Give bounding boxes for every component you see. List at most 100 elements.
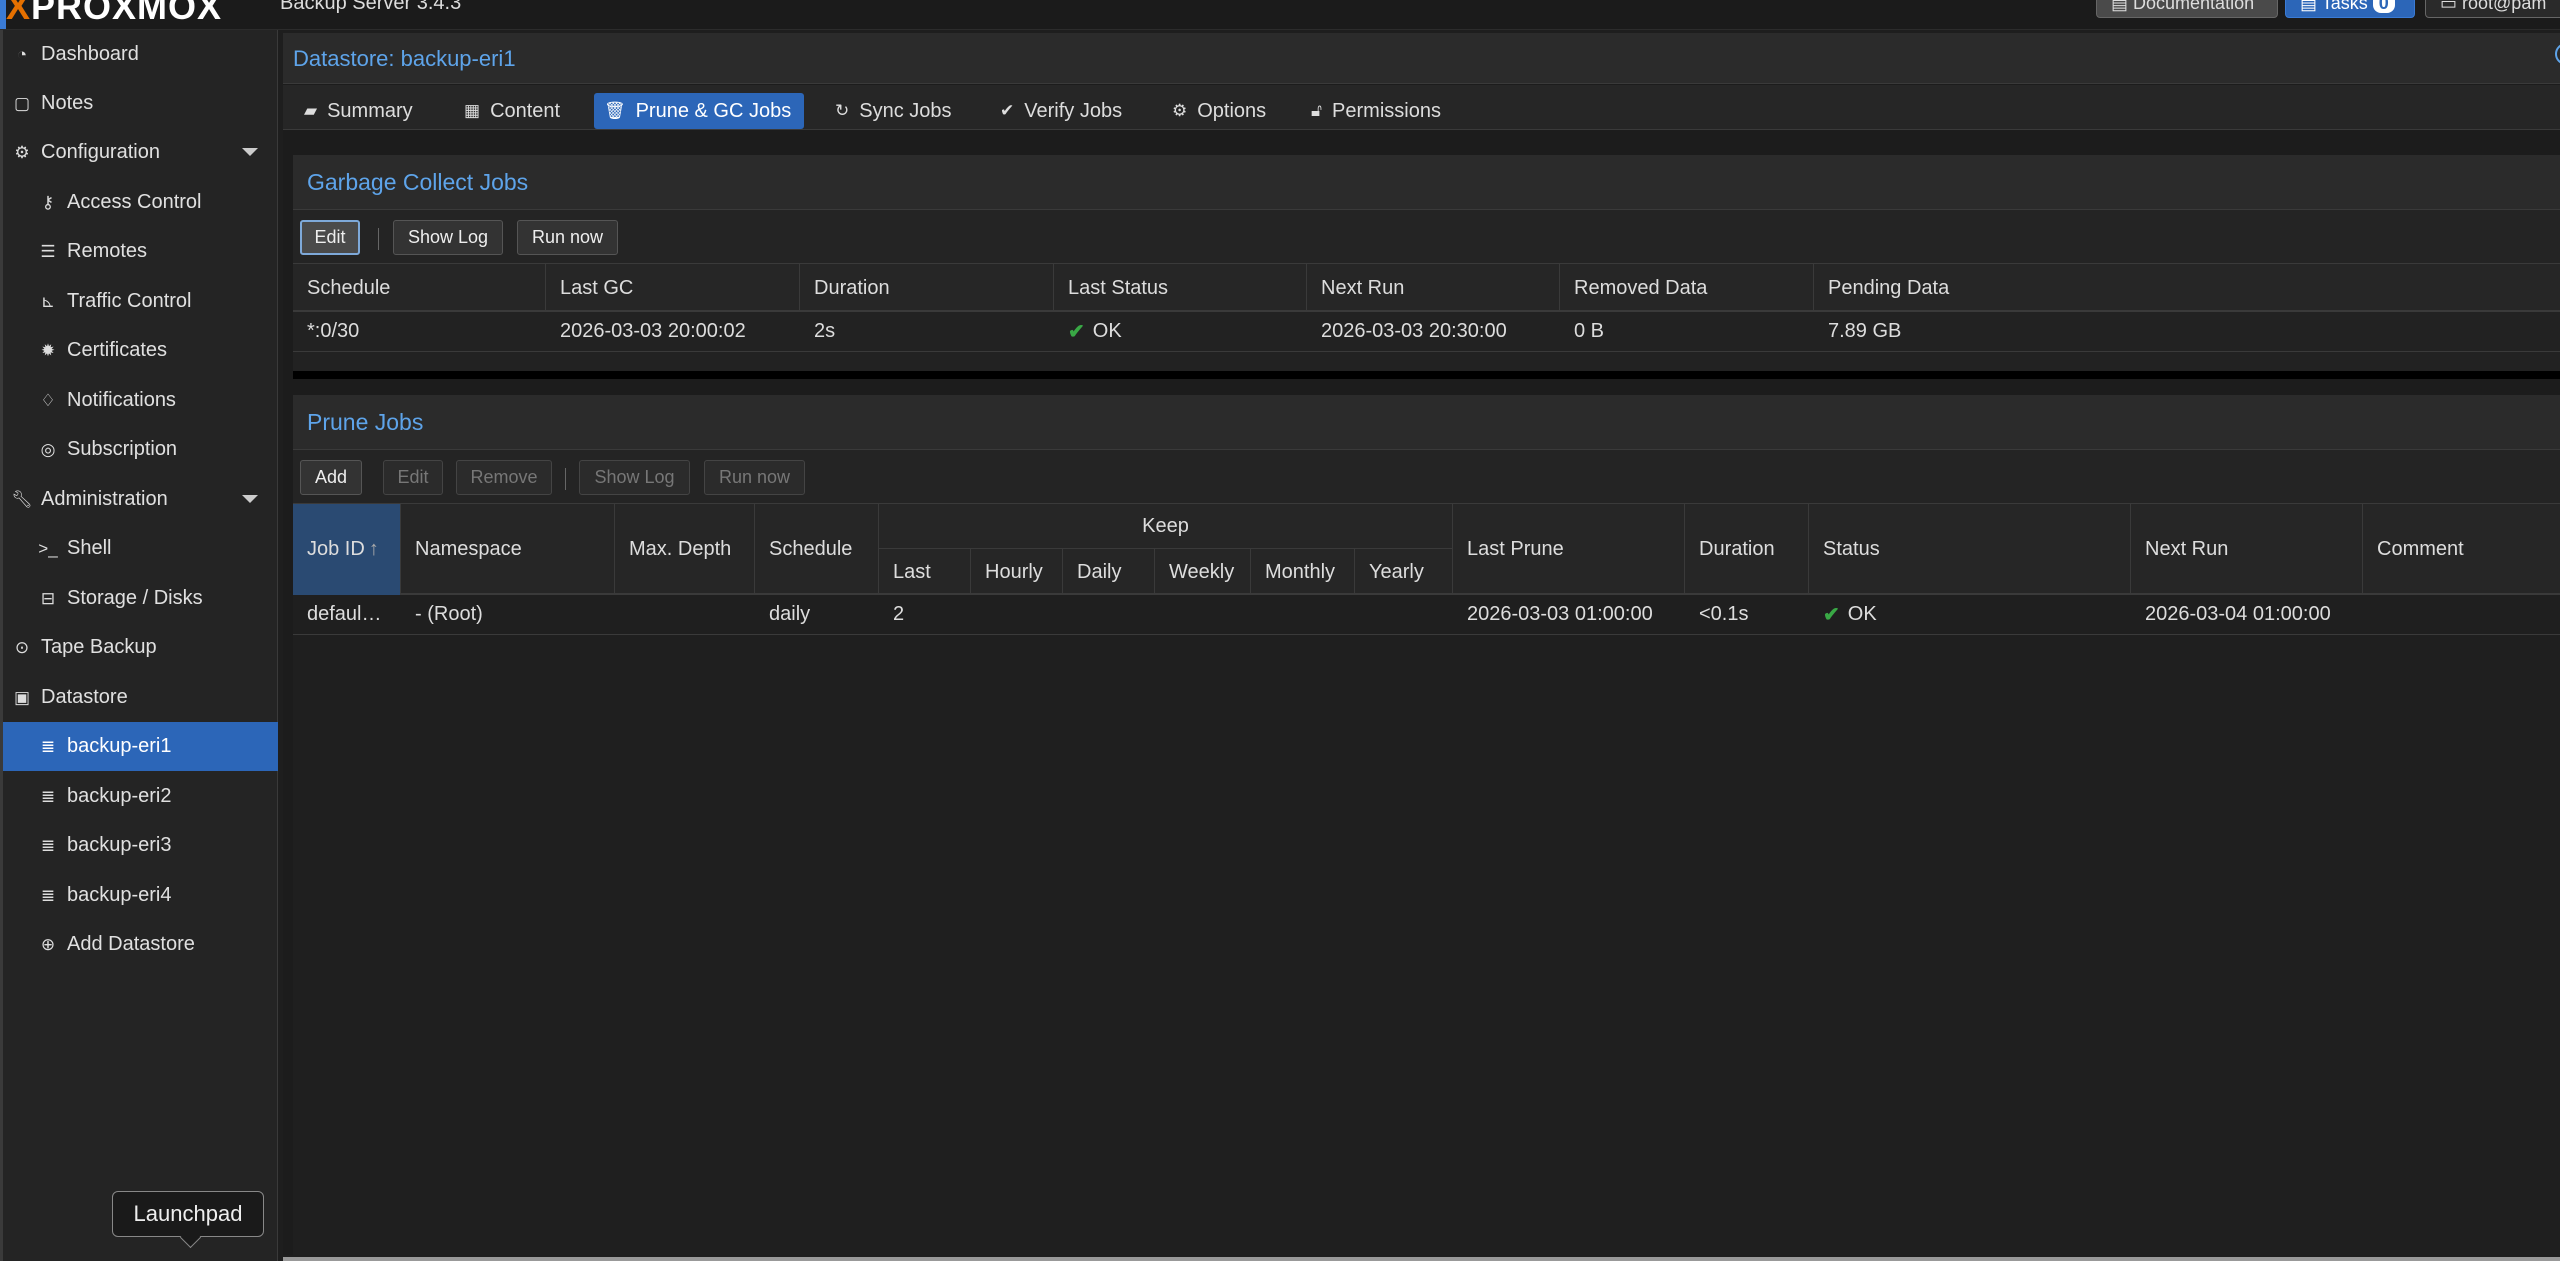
nav-notes[interactable]: ▢ Notes bbox=[3, 79, 278, 128]
tasks-button[interactable]: ▤ Tasks 0 bbox=[2285, 0, 2415, 18]
datastore-panel: Datastore: backup-eri1 ▰ Summary ▦ Content… bbox=[283, 33, 2560, 1255]
col-next-run[interactable]: Next Run bbox=[1307, 264, 1560, 312]
panel-splitter[interactable] bbox=[293, 371, 2560, 379]
prune-jobs-panel: Prune Jobs Add Edit Remove Show Log Run … bbox=[293, 395, 2560, 1255]
cell-job-id: defaul… bbox=[307, 602, 382, 625]
col-job-id[interactable]: Job ID ↑ bbox=[293, 504, 401, 595]
table-row[interactable]: defaul… - (Root) daily 2 2026-03-03 01:0… bbox=[293, 595, 2560, 635]
proxmox-logo[interactable]: XPROXMOX bbox=[6, 0, 222, 28]
nav-backup-eri1[interactable]: ≣ backup-eri1 bbox=[3, 722, 278, 771]
prune-toolbar: Add Edit Remove Show Log Run now bbox=[293, 450, 2560, 504]
server-icon: ☰ bbox=[40, 241, 56, 261]
nav-shell[interactable]: >_ Shell bbox=[3, 524, 278, 573]
datastore-header: Datastore: backup-eri1 bbox=[283, 33, 2560, 84]
user-icon: ▭ bbox=[2440, 0, 2463, 13]
chart-icon: ⊾ bbox=[40, 291, 56, 311]
col-last-gc[interactable]: Last GC bbox=[546, 264, 800, 312]
nav-storage-disks[interactable]: ⊟ Storage / Disks bbox=[3, 574, 278, 623]
nav-certificates[interactable]: ✹ Certificates bbox=[3, 326, 278, 375]
documentation-button[interactable]: ▤ Documentation bbox=[2096, 0, 2278, 18]
col-pending-data[interactable]: Pending Data bbox=[1814, 264, 2560, 312]
gc-edit-button[interactable]: Edit bbox=[300, 220, 360, 255]
table-row[interactable]: *:0/30 2026-03-03 20:00:02 2s ✔ OK 2026-0… bbox=[293, 312, 2560, 352]
cell-last-prune: 2026-03-03 01:00:00 bbox=[1467, 602, 1653, 625]
tab-permissions[interactable]: 🔓︎ Permissions bbox=[1301, 93, 1451, 129]
prune-panel-header: Prune Jobs bbox=[293, 395, 2560, 450]
col-comment[interactable]: Comment bbox=[2363, 504, 2560, 595]
nav-access-control[interactable]: ⚷ Access Control bbox=[3, 178, 278, 227]
launchpad-tooltip: Launchpad bbox=[112, 1191, 264, 1237]
prune-edit-button[interactable]: Edit bbox=[383, 460, 443, 495]
col-duration[interactable]: Duration bbox=[800, 264, 1054, 312]
col-last-prune[interactable]: Last Prune bbox=[1453, 504, 1685, 595]
col-keep-yearly[interactable]: Yearly bbox=[1355, 549, 1453, 595]
nav-remotes[interactable]: ☰ Remotes bbox=[3, 227, 278, 276]
toolbar-separator bbox=[565, 468, 566, 490]
tab-summary[interactable]: ▰ Summary bbox=[294, 93, 423, 129]
nav-backup-eri3[interactable]: ≣ backup-eri3 bbox=[3, 821, 278, 870]
user-menu-button[interactable]: ▭ root@pam bbox=[2425, 0, 2560, 18]
nav-tape-backup[interactable]: ⊙ Tape Backup bbox=[3, 623, 278, 672]
toolbar-separator bbox=[378, 228, 379, 250]
plus-circle-icon: ⊕ bbox=[40, 934, 56, 954]
nav-subscription[interactable]: ◎ Subscription bbox=[3, 425, 278, 474]
prune-panel-title: Prune Jobs bbox=[307, 409, 424, 435]
nav-administration[interactable]: 🔧︎ Administration bbox=[3, 475, 278, 524]
col-duration[interactable]: Duration bbox=[1685, 504, 1809, 595]
col-schedule[interactable]: Schedule bbox=[755, 504, 879, 595]
collapse-arrow-icon[interactable] bbox=[242, 495, 258, 503]
prune-add-button[interactable]: Add bbox=[300, 460, 362, 495]
tab-verify-jobs[interactable]: ✔ Verify Jobs bbox=[990, 93, 1132, 129]
nav-datastore[interactable]: ▣ Datastore bbox=[3, 673, 278, 722]
tab-content[interactable]: ▦ Content bbox=[454, 93, 570, 129]
database-icon: ≣ bbox=[40, 835, 56, 855]
nav-dashboard[interactable]: ◔ Dashboard bbox=[3, 30, 278, 79]
gc-run-now-button[interactable]: Run now bbox=[517, 220, 618, 255]
tab-prune-gc-jobs[interactable]: 🗑︎ Prune & GC Jobs bbox=[594, 93, 804, 129]
col-keep-weekly[interactable]: Weekly bbox=[1155, 549, 1251, 595]
cell-keep-last: 2 bbox=[893, 602, 905, 625]
nav-traffic-control[interactable]: ⊾ Traffic Control bbox=[3, 277, 278, 326]
col-namespace[interactable]: Namespace bbox=[401, 504, 615, 595]
col-next-run[interactable]: Next Run bbox=[2131, 504, 2363, 595]
cell-max-depth bbox=[615, 595, 755, 633]
nav-notifications[interactable]: ♢ Notifications bbox=[3, 376, 278, 425]
certificate-icon: ✹ bbox=[40, 340, 56, 360]
help-icon[interactable] bbox=[2555, 43, 2560, 65]
cell-last-gc: 2026-03-03 20:00:02 bbox=[560, 319, 746, 342]
col-max-depth[interactable]: Max. Depth bbox=[615, 504, 755, 595]
tab-options[interactable]: ⚙ Options bbox=[1162, 93, 1276, 129]
col-schedule[interactable]: Schedule bbox=[293, 264, 546, 312]
col-keep-monthly[interactable]: Monthly bbox=[1251, 549, 1355, 595]
gc-show-log-button[interactable]: Show Log bbox=[393, 220, 503, 255]
gc-toolbar: Edit Show Log Run now bbox=[293, 210, 2560, 264]
database-icon: ≣ bbox=[40, 786, 56, 806]
col-keep-daily[interactable]: Daily bbox=[1063, 549, 1155, 595]
cell-pending-data: 7.89 GB bbox=[1828, 319, 1902, 342]
cell-removed-data: 0 B bbox=[1574, 319, 1605, 342]
dashboard-icon: ◔ bbox=[16, 44, 28, 64]
col-keep-hourly[interactable]: Hourly bbox=[971, 549, 1063, 595]
col-removed-data[interactable]: Removed Data bbox=[1560, 264, 1814, 312]
tape-icon: ⊙ bbox=[14, 637, 30, 657]
app-title: Backup Server 3.4.3 bbox=[280, 0, 462, 14]
prune-show-log-button[interactable]: Show Log bbox=[579, 460, 690, 495]
cell-next-run: 2026-03-03 20:30:00 bbox=[1321, 319, 1507, 342]
prune-remove-button[interactable]: Remove bbox=[456, 460, 552, 495]
nav-backup-eri2[interactable]: ≣ backup-eri2 bbox=[3, 772, 278, 821]
col-keep-last[interactable]: Last bbox=[879, 549, 971, 595]
hdd-icon: ⊟ bbox=[40, 588, 56, 608]
support-icon: ◎ bbox=[40, 439, 56, 459]
tab-sync-jobs[interactable]: ↻ Sync Jobs bbox=[825, 93, 962, 129]
top-bar: XPROXMOX Backup Server 3.4.3 ▤ Documenta… bbox=[0, 0, 2560, 30]
nav-backup-eri4[interactable]: ≣ backup-eri4 bbox=[3, 871, 278, 920]
nav-configuration[interactable]: ⚙ Configuration bbox=[3, 128, 278, 177]
database-icon: ≣ bbox=[40, 736, 56, 756]
col-status[interactable]: Status bbox=[1809, 504, 2131, 595]
datastore-tabs: ▰ Summary ▦ Content 🗑︎ Prune & GC Jobs ↻ Syn… bbox=[283, 85, 2560, 130]
collapse-arrow-icon[interactable] bbox=[242, 148, 258, 156]
prune-run-now-button[interactable]: Run now bbox=[704, 460, 805, 495]
col-last-status[interactable]: Last Status bbox=[1054, 264, 1307, 312]
book-icon: ▰ bbox=[304, 101, 318, 120]
nav-add-datastore[interactable]: ⊕ Add Datastore bbox=[3, 920, 278, 969]
